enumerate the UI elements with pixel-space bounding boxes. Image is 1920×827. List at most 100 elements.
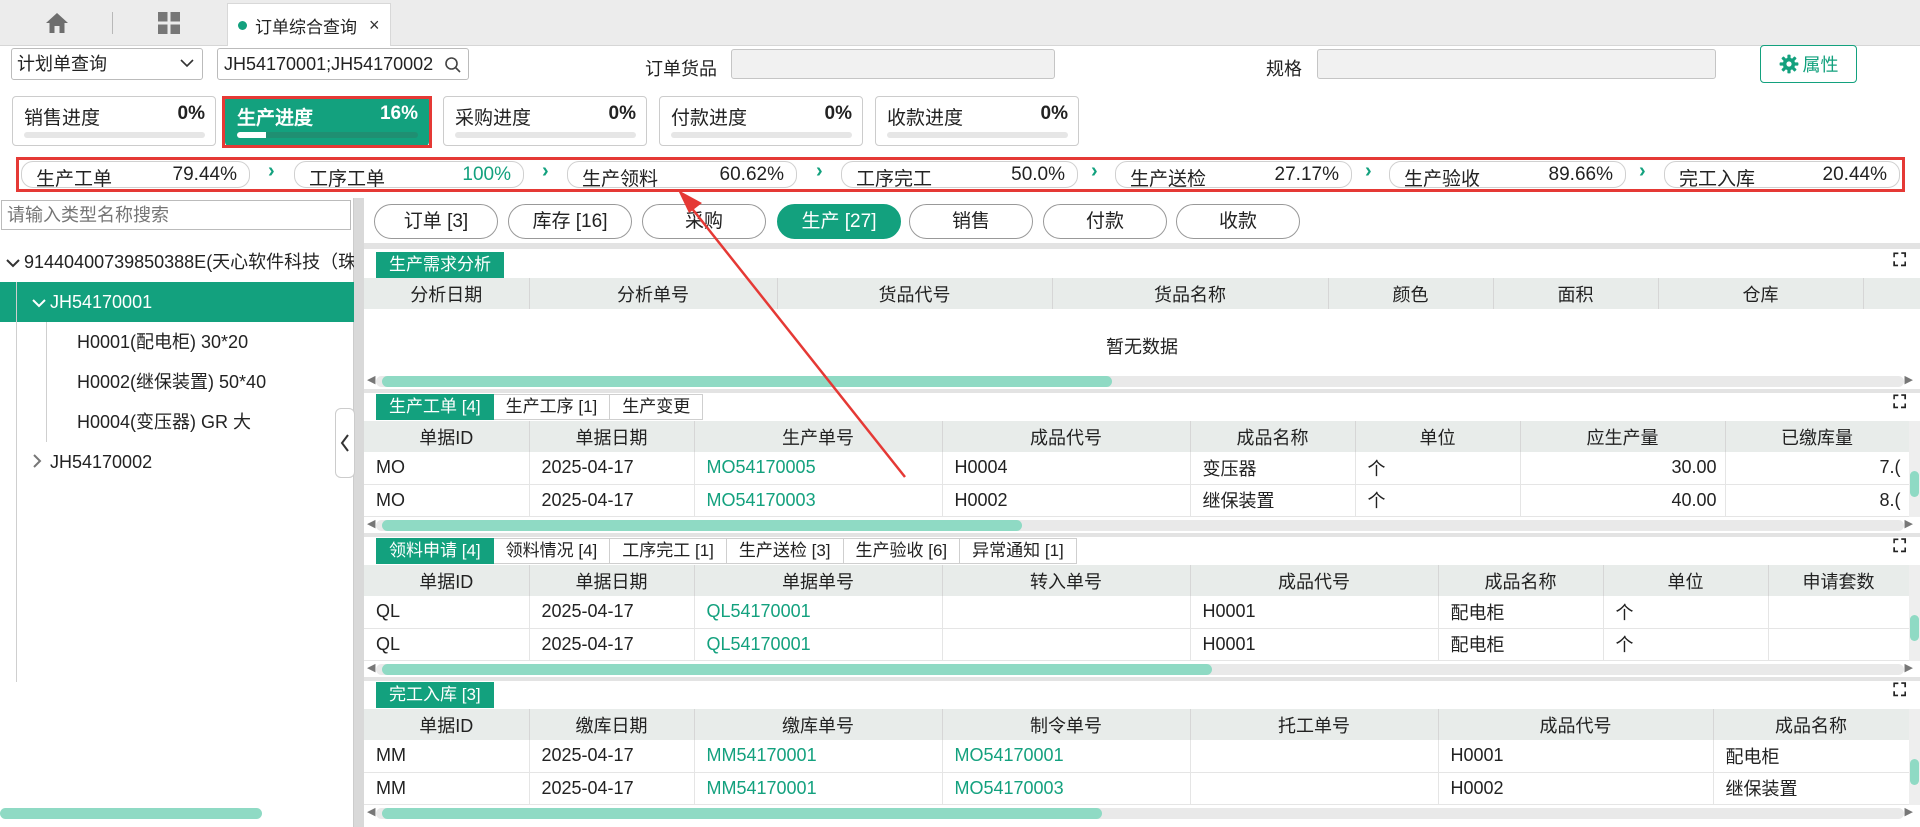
production-no-link[interactable]: MO54170005 <box>694 452 943 485</box>
vertical-scrollbar[interactable] <box>1909 709 1920 805</box>
table-row[interactable]: MO 2025-04-17 MO54170003 H0002 继保装置 个 40… <box>364 484 1910 517</box>
production-no-link[interactable]: MO54170003 <box>694 484 943 517</box>
vertical-scrollbar[interactable] <box>1909 421 1920 517</box>
scroll-thumb[interactable] <box>1910 759 1919 785</box>
expand-icon[interactable]: ⛶ <box>1893 250 1906 271</box>
card-receipt-progress[interactable]: 收款进度 0% <box>875 96 1079 146</box>
column-header[interactable]: 成品代号 <box>1438 709 1714 740</box>
stockin-no-link[interactable]: MM54170001 <box>694 772 943 805</box>
scroll-left-icon[interactable]: ◀ <box>367 373 375 386</box>
grid-menu-icon[interactable] <box>154 9 184 37</box>
tab-exception-notice[interactable]: 异常通知 [1] <box>960 538 1077 564</box>
column-header[interactable]: 已缴库量 <box>1725 421 1910 452</box>
tree-node-jh54170001[interactable]: JH54170001 <box>0 282 354 322</box>
tree-leaf[interactable]: H0004(变压器) GR 大 <box>0 402 354 442</box>
scroll-left-icon[interactable]: ◀ <box>367 805 375 818</box>
column-header[interactable]: 成品代号 <box>942 421 1191 452</box>
pill-purchase[interactable]: 采购 <box>642 204 766 239</box>
column-header[interactable]: 成品名称 <box>1190 421 1356 452</box>
tab-stock-in[interactable]: 完工入库 [3] <box>376 682 494 708</box>
collapse-panel-button[interactable] <box>335 408 355 478</box>
column-header[interactable]: 生产单号 <box>694 421 943 452</box>
card-purchase-progress[interactable]: 采购进度 0% <box>443 96 647 146</box>
column-header[interactable]: 单据单号 <box>694 565 943 596</box>
search-icon[interactable] <box>444 56 462 74</box>
column-header[interactable]: 单据日期 <box>529 421 695 452</box>
horizontal-scrollbar[interactable]: ◀ ▶ <box>367 806 1913 819</box>
scroll-left-icon[interactable]: ◀ <box>367 661 375 674</box>
column-header[interactable]: 分析单号 <box>529 278 778 309</box>
column-header[interactable]: 单据日期 <box>529 565 695 596</box>
stockin-no-link[interactable]: MM54170001 <box>694 740 943 773</box>
horizontal-scrollbar[interactable]: ◀ ▶ <box>367 662 1913 675</box>
scroll-right-icon[interactable]: ▶ <box>1905 661 1913 674</box>
tree-horizontal-scrollbar[interactable] <box>0 808 262 819</box>
column-header[interactable]: 货品名称 <box>1052 278 1329 309</box>
column-header[interactable]: 成品代号 <box>1190 565 1439 596</box>
card-sales-progress[interactable]: 销售进度 0% <box>12 96 216 146</box>
pill-order[interactable]: 订单 [3] <box>374 204 498 239</box>
panel-splitter[interactable] <box>354 198 364 827</box>
expand-icon[interactable]: ⛶ <box>1893 392 1906 413</box>
tab-order-query[interactable]: 订单综合查询 × <box>227 3 391 46</box>
column-header[interactable]: 货品代号 <box>777 278 1053 309</box>
pill-inventory[interactable]: 库存 [16] <box>508 204 632 239</box>
column-header[interactable]: 单位 <box>1355 421 1521 452</box>
horizontal-scrollbar[interactable]: ◀ ▶ <box>367 374 1913 387</box>
step-stock-in[interactable]: 完工入库 20.44% <box>1664 161 1900 190</box>
column-header[interactable]: 单位 <box>1603 565 1769 596</box>
column-header[interactable]: 制令单号 <box>942 709 1191 740</box>
vertical-scrollbar[interactable] <box>1909 565 1920 661</box>
column-header[interactable]: 缴库日期 <box>529 709 695 740</box>
scroll-right-icon[interactable]: ▶ <box>1905 373 1913 386</box>
scroll-left-icon[interactable]: ◀ <box>367 517 375 530</box>
tab-production-change[interactable]: 生产变更 <box>610 394 704 420</box>
table-row[interactable]: QL 2025-04-17 QL54170001 H0001 配电柜 个 <box>364 628 1910 661</box>
tab-demand-analysis[interactable]: 生产需求分析 <box>376 252 504 278</box>
order-search-input[interactable]: JH54170001;JH54170002 <box>217 48 469 80</box>
pill-receipt[interactable]: 收款 <box>1176 204 1300 239</box>
column-header[interactable]: 应生产量 <box>1520 421 1726 452</box>
document-no-link[interactable]: QL54170001 <box>694 596 943 629</box>
column-header[interactable]: 托工单号 <box>1190 709 1439 740</box>
column-header[interactable]: 单据ID <box>364 421 530 452</box>
tab-material-request[interactable]: 领料申请 [4] <box>376 538 494 564</box>
step-production-order[interactable]: 生产工单 79.44% <box>21 161 250 190</box>
document-no-link[interactable]: QL54170001 <box>694 628 943 661</box>
tab-acceptance[interactable]: 生产验收 [6] <box>843 538 961 564</box>
tab-production-process[interactable]: 生产工序 [1] <box>493 394 611 420</box>
step-acceptance[interactable]: 生产验收 89.66% <box>1389 161 1626 190</box>
column-header[interactable]: 仓库 <box>1658 278 1864 309</box>
pill-production[interactable]: 生产 [27] <box>777 204 901 239</box>
attributes-button[interactable]: 属性 <box>1760 45 1857 83</box>
step-inspection[interactable]: 生产送检 27.17% <box>1115 161 1352 190</box>
table-row[interactable]: MO 2025-04-17 MO54170005 H0004 变压器 个 30.… <box>364 452 1910 485</box>
tree-leaf[interactable]: H0002(继保装置) 50*40 <box>0 362 354 402</box>
column-header[interactable]: 成品名称 <box>1438 565 1604 596</box>
column-header[interactable]: 分析日期 <box>364 278 530 309</box>
scroll-thumb[interactable] <box>382 664 1212 675</box>
chevron-down-icon[interactable] <box>32 282 50 322</box>
scroll-thumb[interactable] <box>382 520 1022 531</box>
pill-sales[interactable]: 销售 <box>909 204 1033 239</box>
column-header[interactable]: 成品名称 <box>1713 709 1910 740</box>
order-no-link[interactable]: MO54170003 <box>942 772 1191 805</box>
tab-production-order[interactable]: 生产工单 [4] <box>376 394 494 420</box>
scroll-right-icon[interactable]: ▶ <box>1905 517 1913 530</box>
column-header[interactable]: 单据ID <box>364 709 530 740</box>
tab-inspection[interactable]: 生产送检 [3] <box>726 538 844 564</box>
tree-node-jh54170002[interactable]: JH54170002 <box>0 442 354 482</box>
home-icon[interactable] <box>42 9 72 37</box>
column-header[interactable]: 颜色 <box>1328 278 1494 309</box>
close-icon[interactable]: × <box>369 15 380 36</box>
scroll-right-icon[interactable]: ▶ <box>1905 805 1913 818</box>
scroll-thumb[interactable] <box>1910 471 1919 497</box>
table-row[interactable]: QL 2025-04-17 QL54170001 H0001 配电柜 个 <box>364 596 1910 629</box>
table-row[interactable]: MM 2025-04-17 MM54170001 MO54170001 H000… <box>364 740 1910 773</box>
expand-icon[interactable]: ⛶ <box>1893 536 1906 557</box>
step-process-complete[interactable]: 工序完工 50.0% <box>841 161 1078 190</box>
card-payment-progress[interactable]: 付款进度 0% <box>659 96 863 146</box>
order-no-link[interactable]: MO54170001 <box>942 740 1191 773</box>
column-header[interactable]: 面积 <box>1493 278 1659 309</box>
chevron-right-icon[interactable] <box>32 442 50 482</box>
